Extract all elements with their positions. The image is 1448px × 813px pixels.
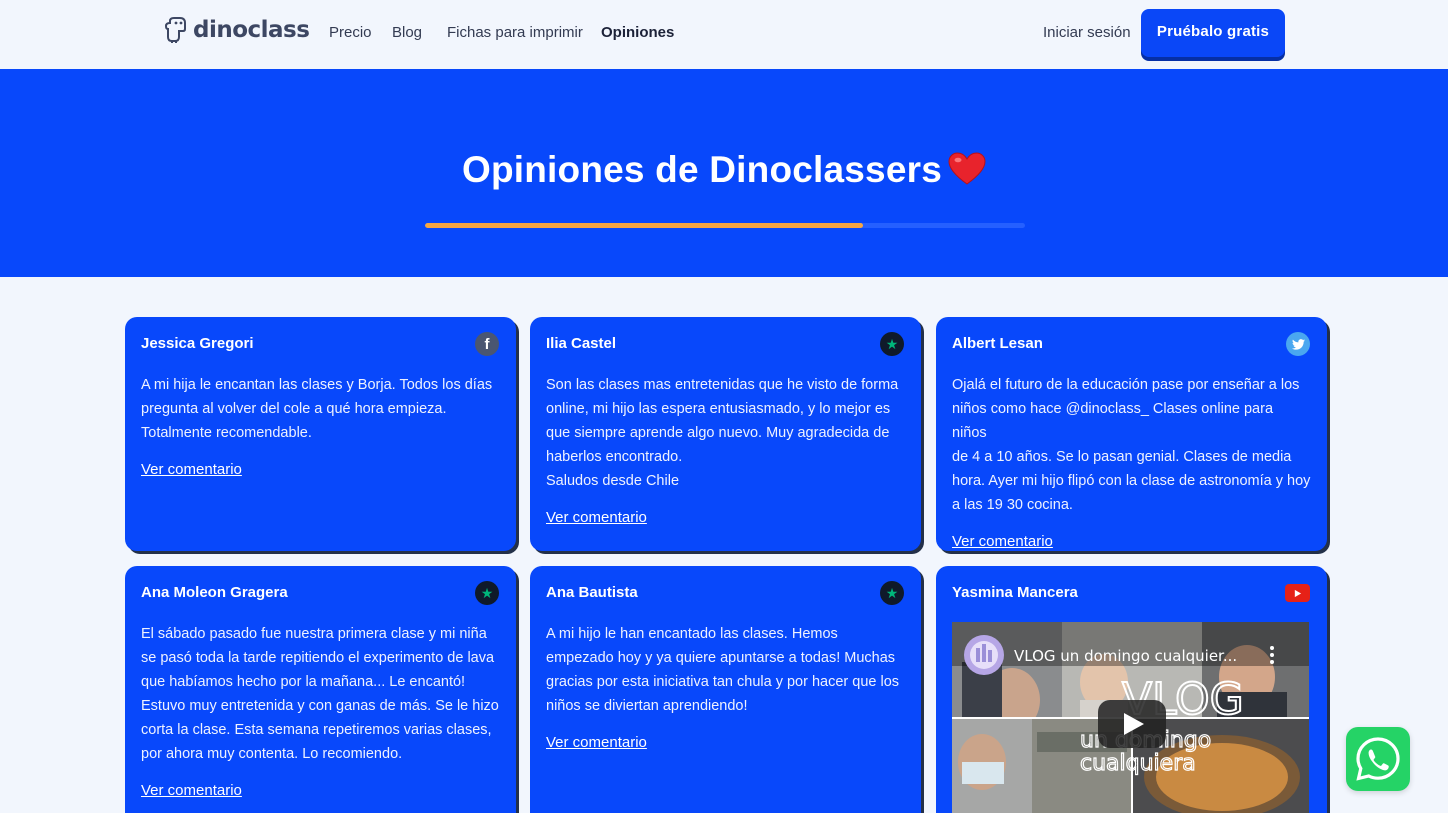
review-text: El sábado pasado fue nuestra primera cla… bbox=[141, 626, 499, 762]
video-title: VLOG un domingo cualquier... bbox=[1014, 647, 1237, 665]
nav-link-precio[interactable]: Precio bbox=[329, 24, 372, 41]
reviewer-name: Albert Lesan bbox=[952, 335, 1043, 352]
view-comment-link[interactable]: Ver comentario bbox=[546, 734, 647, 751]
review-card: Ana Moleon Gragera ★ El sábado pasado fu… bbox=[125, 566, 516, 813]
logo-text: dinoclass bbox=[193, 17, 310, 43]
youtube-icon bbox=[1285, 584, 1310, 602]
facebook-icon: f bbox=[475, 332, 499, 356]
youtube-video-embed[interactable]: VLOG un domingo cualquiera VLOG un domin… bbox=[952, 622, 1309, 813]
nav-link-blog[interactable]: Blog bbox=[392, 24, 422, 41]
whatsapp-icon bbox=[1356, 737, 1400, 781]
trustpilot-icon: ★ bbox=[880, 581, 904, 605]
reviewer-name: Ana Moleon Gragera bbox=[141, 584, 288, 601]
review-card: Albert Lesan Ojalá el futuro de la educa… bbox=[936, 317, 1327, 551]
view-comment-link[interactable]: Ver comentario bbox=[546, 509, 647, 526]
whatsapp-chat-button[interactable] bbox=[1346, 727, 1410, 791]
reviewer-name: Ilia Castel bbox=[546, 335, 617, 352]
page-title-text: Opiniones de Dinoclassers bbox=[462, 149, 942, 190]
review-text: Ojalá el futuro de la educación pase por… bbox=[952, 377, 1311, 513]
twitter-icon bbox=[1286, 332, 1310, 356]
reviewer-name: Yasmina Mancera bbox=[952, 584, 1078, 601]
progress-fill bbox=[425, 223, 863, 228]
video-overlay-text: cualquiera bbox=[1080, 751, 1196, 776]
dino-logo-icon bbox=[164, 17, 186, 43]
hero-banner: Opiniones de Dinoclassers bbox=[0, 69, 1448, 277]
nav-link-fichas[interactable]: Fichas para imprimir bbox=[447, 24, 583, 41]
trustpilot-icon: ★ bbox=[880, 332, 904, 356]
review-text: A mi hijo le han encantado las clases. H… bbox=[546, 626, 900, 714]
review-card: Yasmina Mancera VLOG un cualquiera VLOG … bbox=[936, 566, 1327, 813]
view-comment-link[interactable]: Ver comentario bbox=[141, 782, 242, 799]
video-thumbnail: VLOG un domingo cualquiera VLOG un domin… bbox=[952, 622, 1309, 813]
review-card: Ilia Castel ★ Son las clases mas entrete… bbox=[530, 317, 921, 551]
heart-icon bbox=[948, 152, 986, 185]
nav-link-opiniones[interactable]: Opiniones bbox=[601, 24, 674, 41]
view-comment-link[interactable]: Ver comentario bbox=[952, 533, 1053, 550]
login-link[interactable]: Iniciar sesión bbox=[1043, 24, 1131, 41]
review-text: Son las clases mas entretenidas que he v… bbox=[546, 377, 899, 489]
page-title: Opiniones de Dinoclassers bbox=[0, 149, 1448, 191]
top-nav: dinoclass Precio Blog Fichas para imprim… bbox=[0, 0, 1448, 69]
view-comment-link[interactable]: Ver comentario bbox=[141, 461, 242, 478]
try-free-button[interactable]: Pruébalo gratis bbox=[1141, 9, 1285, 57]
reviewer-name: Jessica Gregori bbox=[141, 335, 254, 352]
review-text: A mi hija le encantan las clases y Borja… bbox=[141, 377, 493, 441]
review-card: Ana Bautista ★ A mi hijo le han encantad… bbox=[530, 566, 921, 813]
trustpilot-icon: ★ bbox=[475, 581, 499, 605]
logo[interactable]: dinoclass bbox=[164, 16, 310, 44]
reviewer-name: Ana Bautista bbox=[546, 584, 638, 601]
reading-progress-bar bbox=[425, 223, 1025, 228]
review-card: Jessica Gregori f A mi hija le encantan … bbox=[125, 317, 516, 551]
